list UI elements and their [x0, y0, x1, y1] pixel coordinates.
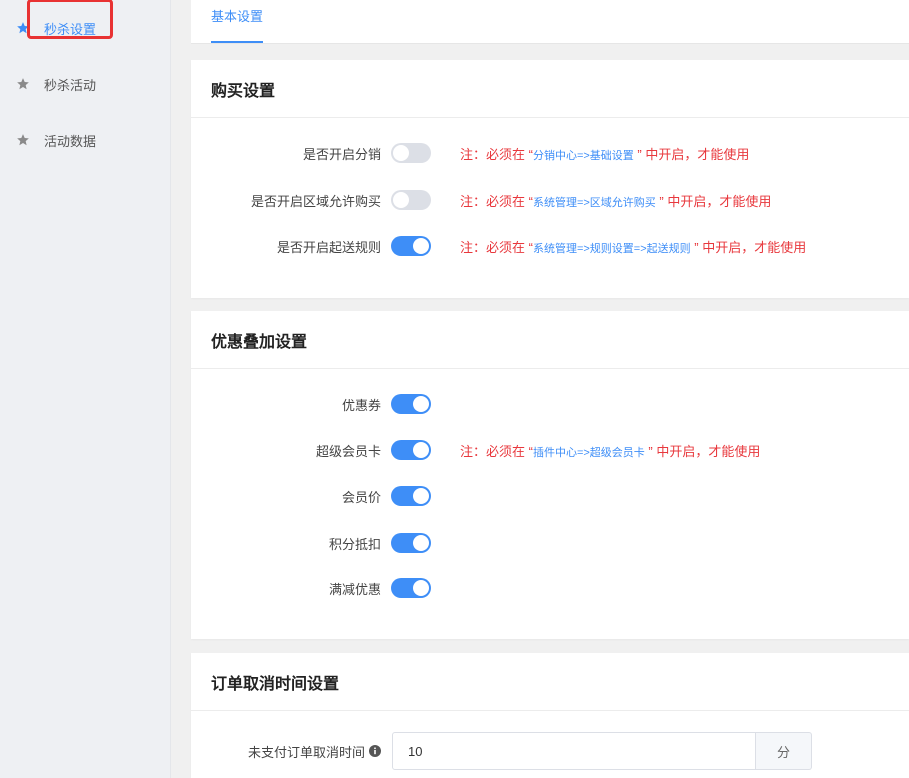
distribution-toggle[interactable]: [391, 143, 431, 163]
star-icon: [16, 77, 30, 91]
setting-note: 注：必须在 “分销中心=>基础设置 ” 中开启，才能使用: [460, 144, 749, 163]
star-icon: [16, 21, 30, 35]
note-prefix: 注：必须在 “: [460, 146, 533, 162]
card-title: 购买设置: [191, 60, 909, 118]
setting-label: 满减优惠: [328, 581, 381, 597]
delivery-rule-toggle[interactable]: [391, 236, 431, 256]
note-prefix: 注：必须在 “: [460, 193, 533, 209]
note-link[interactable]: 分销中心=>基础设置: [533, 150, 634, 162]
setting-label: 超级会员卡: [315, 443, 381, 459]
setting-label: 是否开启分销: [302, 146, 381, 162]
sidebar-item-seckill-activity[interactable]: 秒杀活动: [16, 72, 96, 96]
setting-row: 是否开启分销 注：必须在 “分销中心=>基础设置 ” 中开启，才能使用: [191, 141, 909, 165]
toggle-knob: [413, 396, 429, 412]
note-link[interactable]: 系统管理=>区域允许购买: [533, 197, 656, 209]
card-title: 优惠叠加设置: [191, 311, 909, 369]
note-suffix: ” 中开启，才能使用: [633, 146, 750, 162]
note-suffix: ” 中开启，才能使用: [690, 239, 807, 255]
setting-note: 注：必须在 “系统管理=>规则设置=>起送规则 ” 中开启，才能使用: [460, 237, 806, 256]
setting-label: 积分抵扣: [328, 536, 381, 552]
setting-row: 会员价: [191, 484, 909, 508]
note-prefix: 注：必须在 “: [460, 239, 533, 255]
order-cancel-card: 订单取消时间设置 未支付订单取消时间 10 分: [191, 653, 909, 778]
toggle-knob: [413, 535, 429, 551]
tab-basic-settings[interactable]: 基本设置: [211, 0, 264, 43]
sidebar-item-label: 活动数据: [44, 133, 97, 149]
sidebar: 秒杀设置 秒杀活动 活动数据: [0, 0, 171, 778]
purchase-settings-card: 购买设置 是否开启分销 注：必须在 “分销中心=>基础设置 ” 中开启，才能使用…: [191, 60, 909, 298]
toggle-knob: [413, 238, 429, 254]
setting-label: 是否开启起送规则: [276, 239, 381, 255]
coupon-toggle[interactable]: [391, 394, 431, 414]
toggle-knob: [393, 145, 409, 161]
region-purchase-toggle[interactable]: [391, 190, 431, 210]
sidebar-item-seckill-settings[interactable]: 秒杀设置: [16, 0, 113, 40]
setting-label: 会员价: [341, 489, 381, 505]
setting-row: 是否开启区域允许购买 注：必须在 “系统管理=>区域允许购买 ” 中开启，才能使…: [191, 188, 909, 212]
setting-row: 积分抵扣: [191, 531, 909, 555]
field-label: 未支付订单取消时间: [191, 742, 381, 761]
toggle-knob: [413, 488, 429, 504]
super-member-card-toggle[interactable]: [391, 440, 431, 460]
info-icon[interactable]: [369, 745, 381, 757]
note-link[interactable]: 插件中心=>超级会员卡: [533, 447, 645, 459]
tab-bar: 基本设置: [191, 0, 909, 44]
unit-suffix: 分: [756, 732, 812, 770]
sidebar-item-label: 秒杀设置: [44, 21, 97, 37]
setting-label: 是否开启区域允许购买: [250, 193, 381, 209]
setting-row: 是否开启起送规则 注：必须在 “系统管理=>规则设置=>起送规则 ” 中开启，才…: [191, 234, 909, 258]
cancel-time-input[interactable]: 10: [392, 732, 756, 770]
note-suffix: ” 中开启，才能使用: [655, 193, 772, 209]
setting-label: 优惠券: [341, 397, 381, 413]
toggle-knob: [413, 442, 429, 458]
toggle-knob: [393, 192, 409, 208]
sidebar-item-label: 秒杀活动: [44, 77, 97, 93]
points-deduction-toggle[interactable]: [391, 533, 431, 553]
full-reduction-toggle[interactable]: [391, 578, 431, 598]
field-label-text: 未支付订单取消时间: [247, 744, 365, 760]
cancel-time-row: 未支付订单取消时间 10 分: [191, 731, 909, 771]
note-suffix: ” 中开启，才能使用: [644, 443, 761, 459]
setting-row: 超级会员卡 注：必须在 “插件中心=>超级会员卡 ” 中开启，才能使用: [191, 438, 909, 462]
star-icon: [16, 133, 30, 147]
toggle-knob: [413, 580, 429, 596]
setting-note: 注：必须在 “系统管理=>区域允许购买 ” 中开启，才能使用: [460, 191, 771, 210]
card-title: 订单取消时间设置: [191, 653, 909, 711]
member-price-toggle[interactable]: [391, 486, 431, 506]
note-prefix: 注：必须在 “: [460, 443, 533, 459]
sidebar-item-activity-data[interactable]: 活动数据: [16, 128, 96, 152]
note-link[interactable]: 系统管理=>规则设置=>起送规则: [533, 243, 691, 255]
setting-note: 注：必须在 “插件中心=>超级会员卡 ” 中开启，才能使用: [460, 441, 760, 460]
setting-row: 优惠券: [191, 392, 909, 416]
setting-row: 满减优惠: [191, 576, 909, 600]
discount-stacking-card: 优惠叠加设置 优惠券 超级会员卡 注：必须在 “插件中心=>超级会员卡 ” 中开…: [191, 311, 909, 639]
